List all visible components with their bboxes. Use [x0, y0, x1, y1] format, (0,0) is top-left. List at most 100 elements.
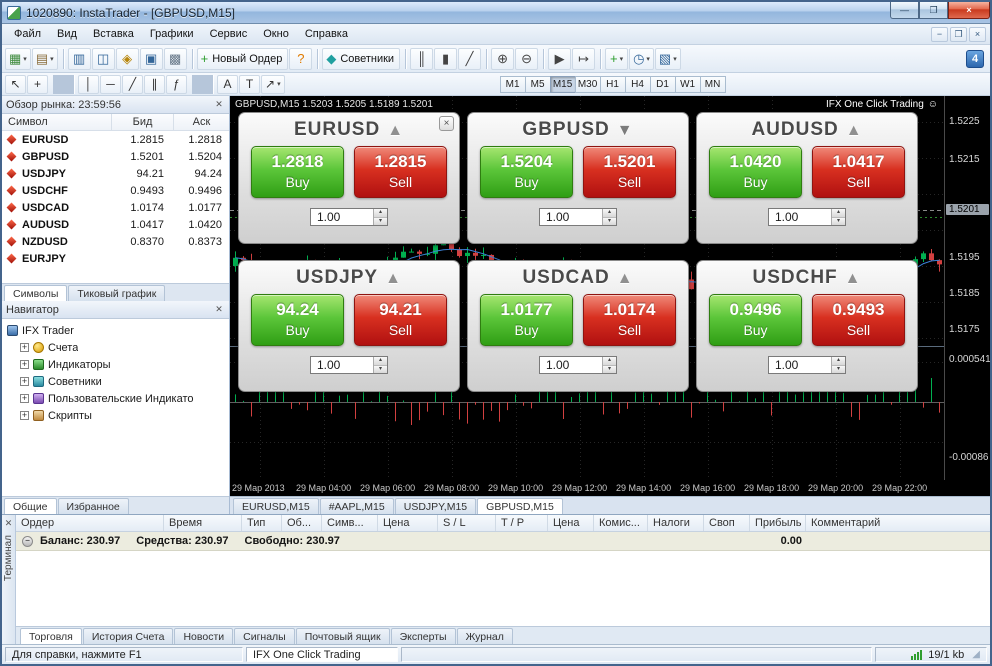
terminal-tab[interactable]: Новости: [174, 628, 233, 644]
mdi-minimize-icon[interactable]: −: [931, 27, 948, 42]
sell-button[interactable]: 1.5201 Sell: [583, 146, 676, 198]
spinner-buttons[interactable]: ▴▾: [831, 357, 845, 373]
tree-item[interactable]: Индикаторы: [7, 356, 229, 373]
sell-button[interactable]: 94.21 Sell: [354, 294, 447, 346]
chart-tab[interactable]: #AAPL,M15: [320, 498, 394, 514]
navigator-toggle[interactable]: ◈: [116, 48, 139, 70]
expand-icon[interactable]: [20, 377, 29, 386]
menu-item[interactable]: Файл: [6, 25, 49, 43]
symbol-row[interactable]: USDCHF 0.9493 0.9496: [2, 182, 229, 199]
close-icon[interactable]: ✕: [213, 99, 225, 110]
timeframe-button[interactable]: H1: [600, 76, 626, 93]
close-button[interactable]: ×: [948, 2, 990, 19]
symbol-row[interactable]: GBPUSD 1.5201 1.5204: [2, 148, 229, 165]
tree-item[interactable]: Советники: [7, 373, 229, 390]
profiles-button[interactable]: ▤ ▾: [32, 48, 58, 70]
vertical-line-tool[interactable]: │: [78, 75, 99, 94]
fibonacci-tool[interactable]: ƒ: [166, 75, 187, 94]
terminal-tab[interactable]: Сигналы: [234, 628, 295, 644]
sell-button[interactable]: 0.9493 Sell: [812, 294, 905, 346]
terminal-tab[interactable]: История Счета: [83, 628, 174, 644]
market-watch-tab[interactable]: Тиковый график: [68, 285, 165, 301]
mdi-close-icon[interactable]: ×: [969, 27, 986, 42]
terminal-toggle[interactable]: ▣: [140, 48, 163, 70]
menu-item[interactable]: Окно: [255, 25, 297, 43]
timeframe-button[interactable]: M1: [500, 76, 526, 93]
line-chart-button[interactable]: ╱: [458, 48, 481, 70]
symbol-row[interactable]: EURUSD 1.2815 1.2818: [2, 131, 229, 148]
bar-chart-button[interactable]: ║: [410, 48, 433, 70]
spinner-buttons[interactable]: ▴▾: [373, 357, 387, 373]
resize-grip[interactable]: ◢: [972, 649, 980, 660]
trendline-tool[interactable]: ╱: [122, 75, 143, 94]
buy-button[interactable]: 94.24 Buy: [251, 294, 344, 346]
channel-tool[interactable]: ∥: [144, 75, 165, 94]
close-icon[interactable]: ✕: [213, 304, 225, 315]
timeframe-button[interactable]: M5: [525, 76, 551, 93]
volume-spinner[interactable]: 1.00 ▴▾: [310, 356, 388, 374]
help-button[interactable]: ?: [289, 48, 312, 70]
navigator-tab[interactable]: Общие: [4, 498, 57, 514]
volume-spinner[interactable]: 1.00 ▴▾: [768, 208, 846, 226]
menu-item[interactable]: Графики: [142, 25, 202, 43]
crosshair-tool[interactable]: +: [27, 75, 48, 94]
sell-button[interactable]: 1.0174 Sell: [583, 294, 676, 346]
spinner-buttons[interactable]: ▴▾: [602, 209, 616, 225]
timeframe-button[interactable]: D1: [650, 76, 676, 93]
symbol-row[interactable]: USDCAD 1.0174 1.0177: [2, 199, 229, 216]
maximize-button[interactable]: ❐: [919, 2, 948, 19]
market-watch-toggle[interactable]: ▥: [68, 48, 91, 70]
cursor-tool[interactable]: ↖: [5, 75, 26, 94]
buy-button[interactable]: 1.0420 Buy: [709, 146, 802, 198]
templates-button[interactable]: ▧ ▾: [655, 48, 681, 70]
expert-advisors-button[interactable]: ◆ Советники: [322, 48, 400, 70]
tree-item-ifx-trader[interactable]: IFX Trader: [7, 322, 229, 339]
close-icon[interactable]: ✕: [3, 518, 15, 529]
timeframe-button[interactable]: MN: [700, 76, 726, 93]
terminal-tab[interactable]: Журнал: [457, 628, 513, 644]
timeframe-button[interactable]: H4: [625, 76, 651, 93]
zoom-out-button[interactable]: ⊖: [515, 48, 538, 70]
symbol-row[interactable]: USDJPY 94.21 94.24: [2, 165, 229, 182]
timeframe-button[interactable]: M30: [575, 76, 601, 93]
buy-button[interactable]: 1.2818 Buy: [251, 146, 344, 198]
chart-tab[interactable]: USDJPY,M15: [395, 498, 476, 514]
tree-item[interactable]: Скрипты: [7, 407, 229, 424]
notifications-badge[interactable]: 4: [966, 50, 984, 68]
minimize-button[interactable]: —: [890, 2, 919, 19]
menu-item[interactable]: Сервис: [202, 25, 256, 43]
auto-scroll-toggle[interactable]: ▶: [548, 48, 571, 70]
terminal-tab[interactable]: Почтовый ящик: [296, 628, 390, 644]
text-tool[interactable]: A: [217, 75, 238, 94]
candlestick-chart-button[interactable]: ▮: [434, 48, 457, 70]
market-watch-tab[interactable]: Символы: [4, 285, 67, 301]
expand-icon[interactable]: [20, 360, 29, 369]
volume-spinner[interactable]: 1.00 ▴▾: [539, 208, 617, 226]
data-window-toggle[interactable]: ◫: [92, 48, 115, 70]
tree-item[interactable]: Пользовательские Индикато: [7, 390, 229, 407]
spinner-buttons[interactable]: ▴▾: [831, 209, 845, 225]
expand-icon[interactable]: [20, 394, 29, 403]
buy-button[interactable]: 1.0177 Buy: [480, 294, 573, 346]
mdi-restore-icon[interactable]: ❐: [950, 27, 967, 42]
expand-icon[interactable]: [20, 411, 29, 420]
strategy-tester-toggle[interactable]: ▩: [164, 48, 187, 70]
arrows-tool[interactable]: ↗ ▾: [261, 75, 285, 94]
chart-shift-toggle[interactable]: ↦: [572, 48, 595, 70]
zoom-in-button[interactable]: ⊕: [491, 48, 514, 70]
spinner-buttons[interactable]: ▴▾: [602, 357, 616, 373]
volume-spinner[interactable]: 1.00 ▴▾: [539, 356, 617, 374]
buy-button[interactable]: 0.9496 Buy: [709, 294, 802, 346]
new-order-button[interactable]: + Новый Ордер: [197, 48, 289, 70]
chart-tab[interactable]: GBPUSD,M15: [477, 498, 563, 514]
spinner-buttons[interactable]: ▴▾: [373, 209, 387, 225]
symbol-row[interactable]: AUDUSD 1.0417 1.0420: [2, 216, 229, 233]
volume-spinner[interactable]: 1.00 ▴▾: [768, 356, 846, 374]
close-icon[interactable]: ×: [439, 116, 454, 131]
sell-button[interactable]: 1.2815 Sell: [354, 146, 447, 198]
navigator-tab[interactable]: Избранное: [58, 498, 129, 514]
terminal-tab[interactable]: Торговля: [20, 628, 82, 644]
expand-icon[interactable]: [20, 343, 29, 352]
label-tool[interactable]: T: [239, 75, 260, 94]
indicators-button[interactable]: + ▾: [605, 48, 628, 70]
